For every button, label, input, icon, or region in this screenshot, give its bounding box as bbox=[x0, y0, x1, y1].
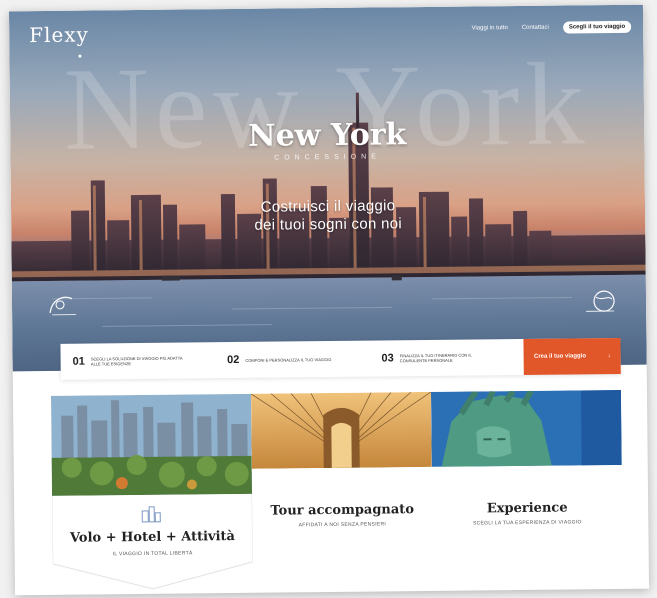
create-trip-button[interactable]: Crea il tuo viaggio ↓ bbox=[523, 337, 621, 375]
step-number: 03 bbox=[381, 352, 394, 365]
create-trip-label: Crea il tuo viaggio bbox=[533, 353, 587, 360]
product-title: Experience bbox=[486, 500, 568, 517]
globe-badge-icon bbox=[586, 290, 615, 312]
statue-of-liberty-image bbox=[430, 389, 622, 467]
top-nav: Viaggi in tutto Contattaci Scegli il tuo… bbox=[471, 20, 632, 35]
city-buildings-icon bbox=[141, 506, 161, 523]
step-1: 01 SCEGLI LA SOLUZIONE DI VIAGGIO PIÙ AD… bbox=[61, 354, 216, 368]
steps-bar: 01 SCEGLI LA SOLUZIONE DI VIAGGIO PIÙ AD… bbox=[60, 337, 621, 380]
hero-slogan: Costruisci il viaggio dei tuoi sogni con… bbox=[11, 195, 645, 238]
product-card-tour[interactable]: Tour accompagnato AFFIDATI A NOI SENZA P… bbox=[250, 391, 433, 559]
brooklyn-bridge-image bbox=[250, 391, 432, 469]
product-card-volo-hotel[interactable]: Volo + Hotel + Attività IL VIAGGIO IN TO… bbox=[50, 393, 254, 595]
step-text: COMPONI E PERSONALIZZA IL TUO VIAGGIO bbox=[245, 356, 332, 363]
step-text: SCEGLI LA SOLUZIONE DI VIAGGIO PIÙ ADATT… bbox=[90, 355, 183, 367]
nav-link-viaggi[interactable]: Viaggi in tutto bbox=[472, 25, 508, 31]
product-subtitle: AFFIDATI A NOI SENZA PENSIERI bbox=[298, 521, 387, 529]
product-title: Volo + Hotel + Attività bbox=[69, 528, 236, 546]
step-text: FINALIZZA IL TUO ITINERARIO CON IL CONSU… bbox=[399, 352, 472, 364]
hero-banner: New York Flexy Viaggi in tutto Contattac… bbox=[8, 4, 647, 372]
step-number: 02 bbox=[227, 353, 240, 367]
step-number: 01 bbox=[72, 355, 85, 368]
product-subtitle: SCEGLI LA TUA ESPERIENZA DI VIAGGIO bbox=[472, 519, 582, 527]
destination-title: New York bbox=[247, 117, 407, 154]
product-card-experience[interactable]: Experience SCEGLI LA TUA ESPERIENZA DI V… bbox=[430, 389, 623, 557]
quality-badge-icon bbox=[49, 296, 77, 316]
arrow-down-icon: ↓ bbox=[607, 353, 611, 360]
logo-dot bbox=[78, 54, 82, 58]
page-card: New York Flexy Viaggi in tutto Contattac… bbox=[8, 4, 650, 596]
step-2: 02 COMPONI E PERSONALIZZA IL TUO VIAGGIO bbox=[215, 353, 370, 367]
product-title: Tour accompagnato bbox=[270, 502, 415, 519]
choose-trip-button[interactable]: Scegli il tuo viaggio bbox=[562, 20, 632, 34]
step-3: 03 FINALIZZA IL TUO ITINERARIO CON IL CO… bbox=[369, 351, 524, 365]
central-park-image bbox=[50, 393, 253, 496]
nav-link-contattaci[interactable]: Contattaci bbox=[522, 25, 549, 31]
flexy-logo[interactable]: Flexy bbox=[29, 23, 89, 48]
